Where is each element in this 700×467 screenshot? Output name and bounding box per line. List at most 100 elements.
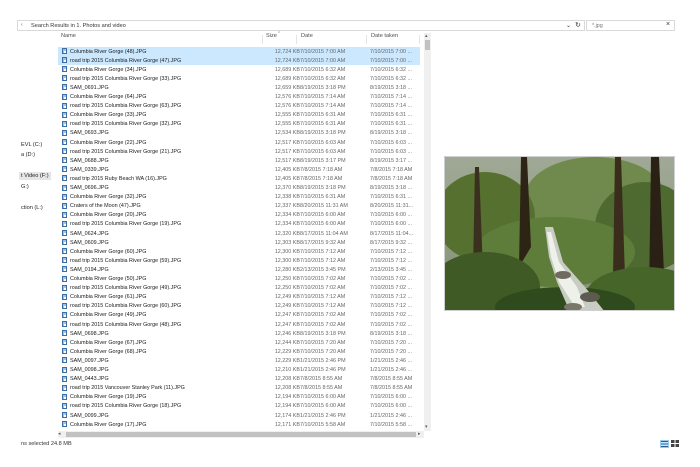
file-row[interactable]: Columbia River Gorge (60).JPG 12,300 KB 7/…: [58, 247, 420, 256]
image-file-icon: [62, 193, 67, 200]
search-query[interactable]: *.jpg: [592, 23, 603, 29]
image-file-icon: [62, 93, 67, 100]
file-row[interactable]: Columbia River Gorge (61).JPG 12,249 KB 7/…: [58, 293, 420, 302]
file-list[interactable]: Columbia River Gorge (48).JPG 12,724 KB 7/…: [58, 47, 420, 430]
column-header-size[interactable]: Size: [266, 33, 277, 45]
address-path[interactable]: Search Results in 1. Photos and video: [31, 23, 126, 29]
file-row[interactable]: Columbia River Gorge (49).JPG 12,247 KB 7/…: [58, 311, 420, 320]
nav-drive-d[interactable]: a (D:): [21, 152, 35, 158]
file-row[interactable]: Columbia River Gorge (68).JPG 12,229 KB 7/…: [58, 347, 420, 356]
file-row[interactable]: SAM_0624.JPG 12,320 KB 8/17/2015 11:04 AM 8…: [58, 229, 420, 238]
file-row[interactable]: SAM_0194.JPG 12,280 KB 2/13/2015 3:45 PM 2/…: [58, 265, 420, 274]
column-divider[interactable]: [366, 35, 367, 44]
file-row[interactable]: Columbia River Gorge (17).JPG 12,171 KB 7/…: [58, 420, 420, 429]
horizontal-scrollbar[interactable]: ◂ ▸: [58, 431, 424, 438]
preview-image: [444, 156, 675, 311]
file-row[interactable]: road trip 2015 Columbia River Gorge (21)…: [58, 147, 420, 156]
file-row[interactable]: SAM_0097.JPG 12,229 KB 1/21/2015 2:46 PM 1/…: [58, 356, 420, 365]
scroll-up-arrow-icon[interactable]: ▴: [425, 33, 428, 39]
file-row[interactable]: road trip 2015 Columbia River Gorge (33)…: [58, 74, 420, 83]
file-row[interactable]: road trip 2015 Columbia River Gorge (18)…: [58, 402, 420, 411]
image-file-icon: [62, 239, 67, 246]
column-header-name[interactable]: Name: [61, 33, 76, 45]
sort-arrow-icon: ⌃: [277, 31, 282, 37]
file-row[interactable]: Columbia River Gorge (67).JPG 12,244 KB 7/…: [58, 338, 420, 347]
file-row[interactable]: Columbia River Gorge (48).JPG 12,724 KB 7/…: [58, 47, 420, 57]
file-row[interactable]: road trip 2015 Columbia River Gorge (32)…: [58, 120, 420, 129]
file-row[interactable]: road trip 2015 Columbia River Gorge (48)…: [58, 320, 420, 329]
file-row[interactable]: SAM_0688.JPG 12,517 KB 8/19/2015 3:17 PM 8/…: [58, 156, 420, 165]
nav-drive-g[interactable]: G:): [21, 184, 29, 190]
search-input[interactable]: *.jpg ×: [586, 20, 675, 31]
file-row[interactable]: Columbia River Gorge (50).JPG 12,250 KB 7/…: [58, 275, 420, 284]
file-size: 12,724 KB: [274, 48, 300, 55]
column-divider[interactable]: [419, 35, 420, 44]
file-row[interactable]: Columbia River Gorge (19).JPG 12,194 KB 7/…: [58, 393, 420, 402]
nav-drive-f[interactable]: t Video (F:): [19, 172, 51, 180]
file-row[interactable]: Columbia River Gorge (64).JPG 12,576 KB 7/…: [58, 93, 420, 102]
file-row[interactable]: road trip 2015 Columbia River Gorge (59)…: [58, 256, 420, 265]
file-date-taken: 7/10/2015 6:00 ...: [370, 403, 412, 410]
file-row[interactable]: road trip 2015 Columbia River Gorge (47)…: [58, 56, 420, 66]
file-row[interactable]: SAM_0099.JPG 12,174 KB 1/21/2015 2:46 PM 1/…: [58, 411, 420, 420]
file-row[interactable]: road trip 2015 Columbia River Gorge (60)…: [58, 302, 420, 311]
file-date-taken: 7/10/2015 6:31 ...: [370, 121, 412, 128]
file-row[interactable]: SAM_0098.JPG 12,210 KB 1/21/2015 2:46 PM 1/…: [58, 366, 420, 375]
file-date-taken: 8/20/2015 11:31...: [370, 203, 414, 210]
file-date: 8/19/2015 3:18 PM: [300, 84, 346, 91]
chevron-left-icon[interactable]: ‹: [21, 22, 23, 28]
file-row[interactable]: road trip 2015 Columbia River Gorge (49)…: [58, 284, 420, 293]
file-row[interactable]: Columbia River Gorge (32).JPG 12,338 KB 7/…: [58, 193, 420, 202]
file-date: 7/10/2015 7:02 AM: [300, 276, 346, 282]
status-selection-info: ns selected 24.8 MB: [21, 441, 72, 447]
column-header-date-taken[interactable]: Date taken: [371, 33, 398, 45]
address-bar[interactable]: ‹ Search Results in 1. Photos and video …: [17, 20, 585, 31]
file-name: SAM_0194.JPG: [70, 266, 109, 273]
file-row[interactable]: Columbia River Gorge (22).JPG 12,517 KB 7/…: [58, 138, 420, 147]
file-size: 12,229 KB: [274, 357, 300, 364]
column-header-date[interactable]: Date: [301, 33, 313, 45]
file-row[interactable]: road trip 2015 Columbia River Gorge (63)…: [58, 102, 420, 111]
large-icons-view-icon[interactable]: [671, 440, 680, 448]
file-row[interactable]: SAM_0691.JPG 12,659 KB 8/19/2015 3:18 PM 8/…: [58, 83, 420, 92]
file-row[interactable]: Craters of the Moon (47).JPG 12,337 KB 8/2…: [58, 202, 420, 211]
image-file-icon: [62, 129, 67, 136]
file-name: Columbia River Gorge (33).JPG: [70, 112, 147, 119]
close-icon[interactable]: ×: [666, 21, 670, 28]
file-size: 12,534 KB: [274, 130, 300, 137]
column-divider[interactable]: [262, 35, 263, 44]
file-row[interactable]: SAM_0609.JPG 12,303 KB 8/17/2015 9:32 AM 8/…: [58, 238, 420, 247]
file-row[interactable]: SAM_0696.JPG 12,370 KB 8/19/2015 3:18 PM 8/…: [58, 184, 420, 193]
image-file-icon: [62, 139, 67, 145]
file-date-taken: 8/19/2015 3:18 ...: [370, 330, 412, 337]
vertical-scroll-thumb[interactable]: [425, 40, 430, 50]
file-row[interactable]: road trip 2015 Vancouver Stanley Park (1…: [58, 384, 420, 393]
chevron-down-icon[interactable]: ⌄: [566, 22, 571, 29]
image-file-icon: [62, 66, 67, 73]
file-date: 7/10/2015 6:03 AM: [300, 148, 346, 155]
file-size: 12,517 KB: [274, 139, 300, 146]
file-row[interactable]: road trip 2015 Columbia River Gorge (19)…: [58, 220, 420, 229]
scroll-down-arrow-icon[interactable]: ▾: [425, 424, 428, 430]
file-row[interactable]: SAM_0443.JPG 12,208 KB 7/8/2015 8:55 AM 7/8…: [58, 375, 420, 384]
file-name: Columbia River Gorge (64).JPG: [70, 94, 147, 100]
file-row[interactable]: SAM_0693.JPG 12,534 KB 8/19/2015 3:18 PM 8/…: [58, 129, 420, 138]
file-row[interactable]: road trip 2015 Ruby Beach WA (16).JPG 12,…: [58, 174, 420, 183]
file-date: 1/21/2015 2:46 PM: [300, 412, 346, 419]
file-row[interactable]: SAM_0698.JPG 12,246 KB 8/19/2015 3:18 PM 8/…: [58, 329, 420, 338]
column-divider[interactable]: [296, 35, 297, 44]
file-date: 8/19/2015 3:18 PM: [300, 185, 346, 191]
scroll-right-arrow-icon[interactable]: ▸: [418, 431, 421, 437]
nav-drive-l[interactable]: ction (L:): [21, 205, 43, 211]
refresh-icon[interactable]: ↻: [575, 21, 581, 29]
file-date: 7/10/2015 6:31 AM: [300, 194, 346, 201]
scroll-left-arrow-icon[interactable]: ◂: [58, 431, 61, 437]
vertical-scrollbar[interactable]: ▴ ▾: [424, 33, 431, 431]
horizontal-scroll-thumb[interactable]: [66, 432, 416, 437]
file-row[interactable]: Columbia River Gorge (34).JPG 12,689 KB 7/…: [58, 65, 420, 74]
details-view-icon[interactable]: [660, 440, 669, 448]
file-row[interactable]: Columbia River Gorge (20).JPG 12,334 KB 7/…: [58, 211, 420, 220]
file-row[interactable]: Columbia River Gorge (33).JPG 12,555 KB 7/…: [58, 111, 420, 120]
file-row[interactable]: SAM_0339.JPG 12,405 KB 7/8/2015 7:18 AM 7/8…: [58, 165, 420, 174]
nav-drive-c[interactable]: EVL (C:): [21, 142, 42, 148]
